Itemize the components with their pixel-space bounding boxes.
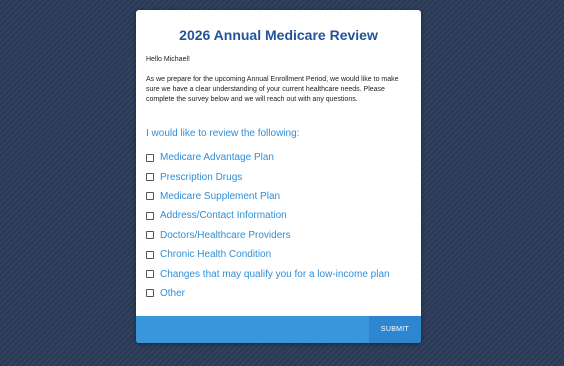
checkbox[interactable]	[146, 192, 154, 201]
option-address-contact[interactable]: Address/Contact Information	[146, 206, 416, 225]
option-doctors-providers[interactable]: Doctors/Healthcare Providers	[146, 226, 416, 245]
intro-paragraph: As we prepare for the upcoming Annual En…	[146, 76, 399, 103]
greeting-text: Hello Michael!	[146, 56, 190, 63]
submit-button[interactable]: SUBMIT	[369, 316, 421, 343]
option-label[interactable]: Medicare Supplement Plan	[160, 191, 280, 202]
options-list: Medicare Advantage Plan Prescription Dru…	[146, 148, 416, 303]
option-label[interactable]: Chronic Health Condition	[160, 249, 271, 260]
option-label[interactable]: Other	[160, 288, 185, 299]
checkbox[interactable]	[146, 211, 154, 220]
option-medicare-advantage[interactable]: Medicare Advantage Plan	[146, 148, 416, 167]
checkbox[interactable]	[146, 270, 154, 279]
option-low-income-changes[interactable]: Changes that may qualify you for a low-i…	[146, 264, 416, 283]
checkbox[interactable]	[146, 153, 154, 162]
form-title: 2026 Annual Medicare Review	[179, 27, 378, 43]
option-other[interactable]: Other	[146, 284, 416, 303]
option-label[interactable]: Medicare Advantage Plan	[160, 152, 274, 163]
option-chronic-condition[interactable]: Chronic Health Condition	[146, 245, 416, 264]
checkbox[interactable]	[146, 173, 154, 182]
option-prescription-drugs[interactable]: Prescription Drugs	[146, 167, 416, 186]
option-label[interactable]: Doctors/Healthcare Providers	[160, 230, 291, 241]
survey-card: 2026 Annual Medicare Review Hello Michae…	[136, 10, 421, 343]
form-footer: SUBMIT	[136, 316, 421, 343]
review-question: I would like to review the following:	[146, 128, 300, 139]
checkbox[interactable]	[146, 231, 154, 240]
option-label[interactable]: Changes that may qualify you for a low-i…	[160, 269, 390, 280]
checkbox[interactable]	[146, 250, 154, 259]
option-label[interactable]: Prescription Drugs	[160, 172, 242, 183]
option-label[interactable]: Address/Contact Information	[160, 210, 287, 221]
option-medicare-supplement[interactable]: Medicare Supplement Plan	[146, 187, 416, 206]
checkbox[interactable]	[146, 289, 154, 298]
